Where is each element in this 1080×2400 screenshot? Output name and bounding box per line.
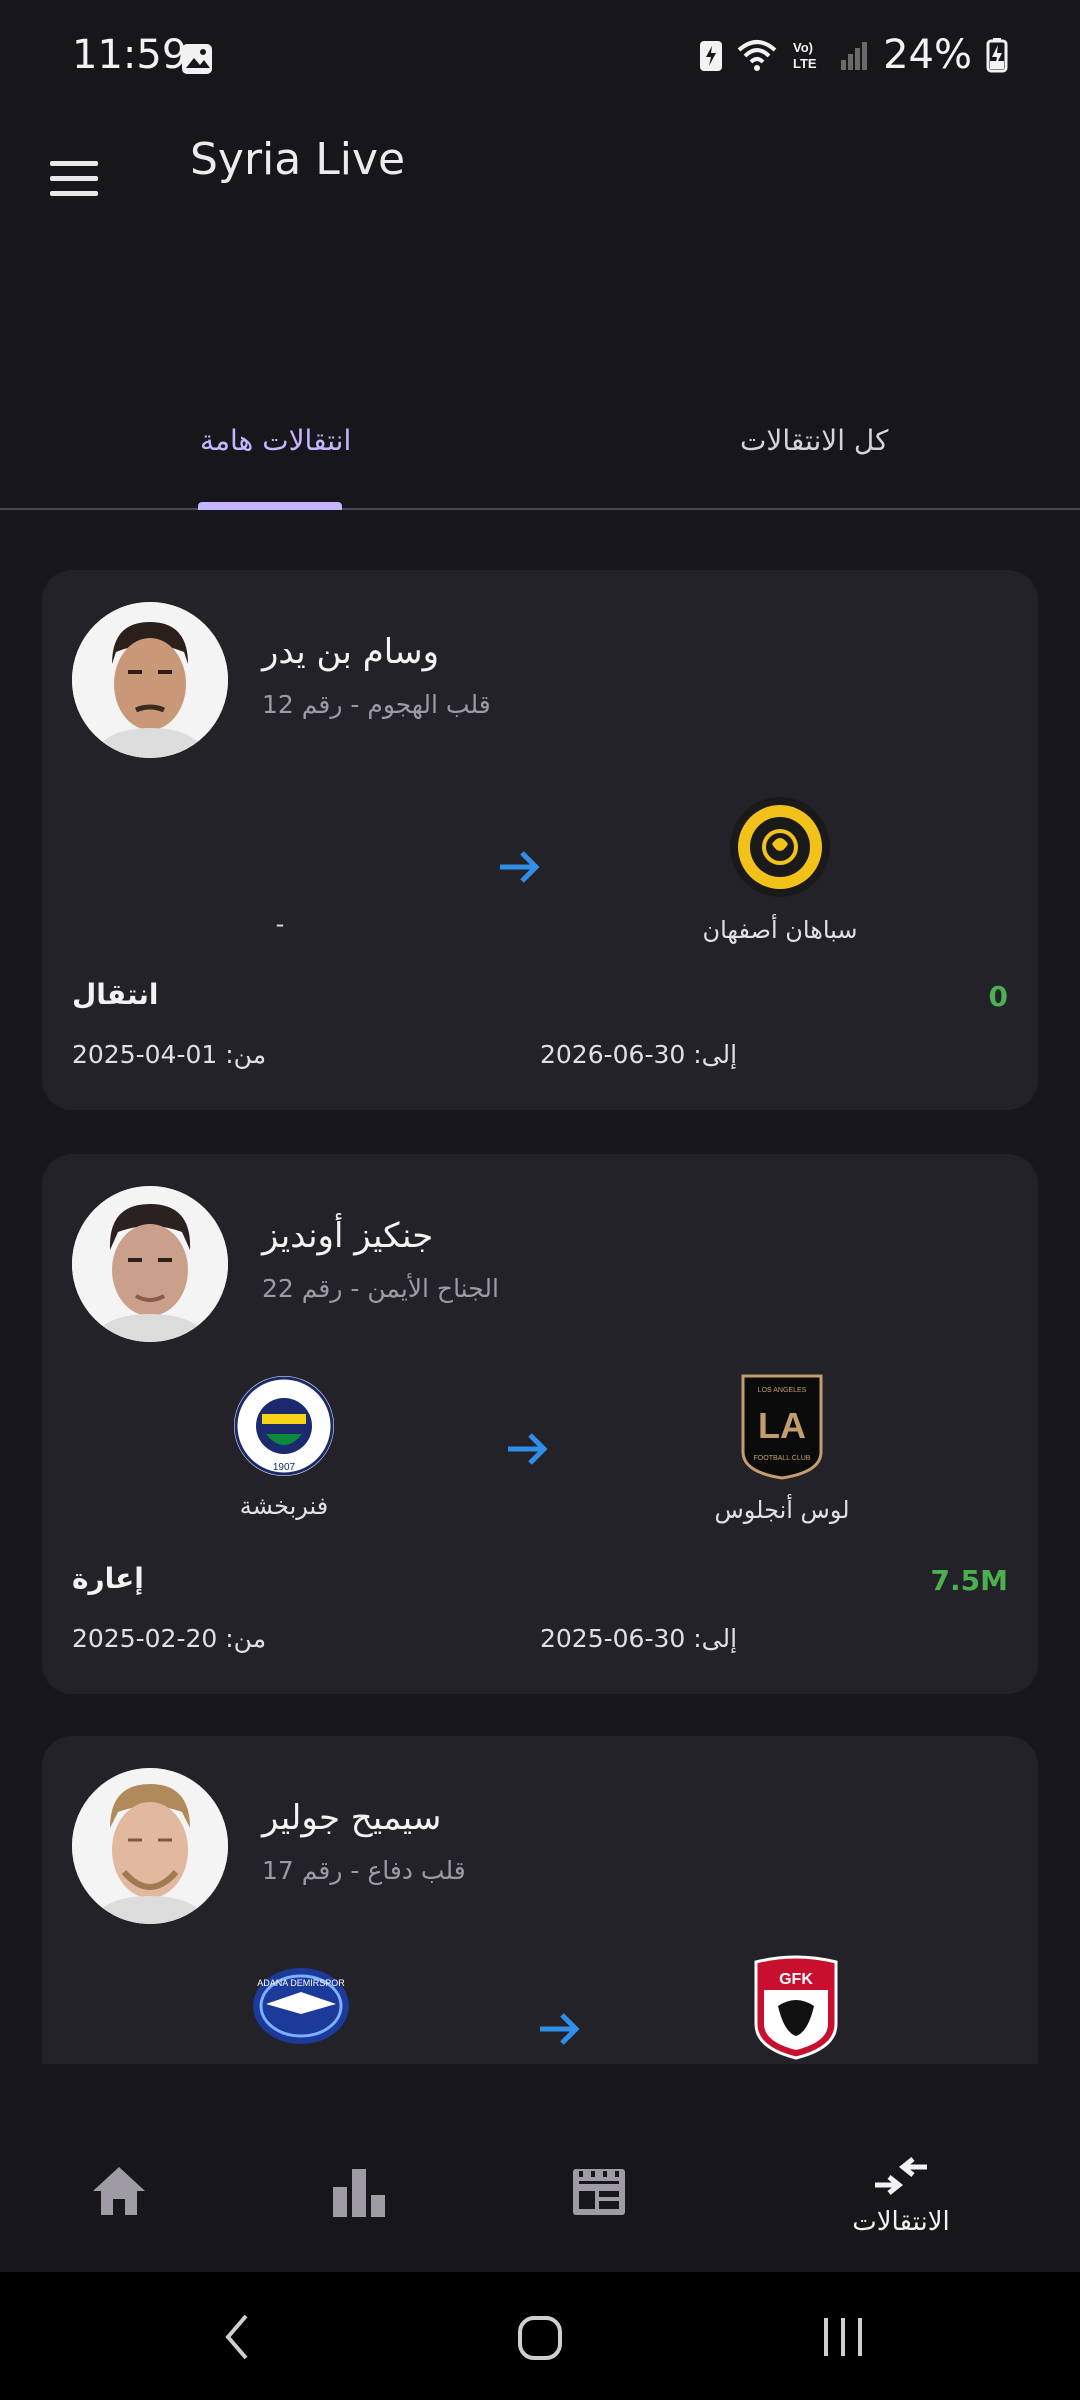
from-club-name: فنربخشة (239, 1492, 329, 1520)
from-club-name: - (275, 910, 285, 938)
system-navigation-bar (0, 2272, 1080, 2400)
nav-transfers-label: الانتقالات (852, 2207, 950, 2237)
player-avatar (72, 1186, 228, 1342)
back-icon[interactable] (222, 2312, 252, 2362)
player-avatar (72, 1768, 228, 1924)
status-icons: Vo) LTE 24% (699, 32, 1008, 78)
battery-charging-icon (986, 38, 1008, 73)
nav-table[interactable] (524, 2167, 674, 2221)
status-bar: 11:59 Vo) LTE 24% (0, 0, 1080, 118)
contract-to-date: إلى: 30-06-2026 (540, 1040, 738, 1069)
player-position: قلب دفاع - رقم 17 (262, 1856, 466, 1885)
transfer-fee: 7.5M (930, 1564, 1008, 1597)
contract-to-date: إلى: 30-06-2025 (540, 1624, 738, 1653)
status-time: 11:59 (72, 32, 188, 78)
to-club: LOS ANGELES LA FOOTBALL CLUB لوس أنجلوس (672, 1372, 892, 1524)
tab-bar: انتقالات هامة كل الانتقالات (0, 390, 1080, 510)
nav-home[interactable] (44, 2165, 194, 2221)
svg-text:1907: 1907 (273, 1462, 296, 1473)
battery-saver-icon (700, 41, 723, 71)
nav-stats[interactable] (284, 2167, 434, 2221)
contract-from-date: من: 01-04-2025 (72, 1040, 267, 1069)
transfer-type: إعارة (72, 1562, 144, 1595)
transfer-type: انتقال (72, 978, 159, 1011)
player-position: قلب الهجوم - رقم 12 (262, 690, 491, 719)
svg-text:FOOTBALL CLUB: FOOTBALL CLUB (754, 1455, 811, 1462)
signal-icon (841, 42, 868, 70)
tab-important-transfers[interactable]: انتقالات هامة (200, 424, 351, 457)
table-icon (573, 2169, 625, 2215)
sepahan-crest-icon (730, 797, 830, 897)
lafc-crest-icon: LOS ANGELES LA FOOTBALL CLUB (741, 1374, 823, 1480)
app-title: Syria Live (190, 134, 406, 185)
transfer-fee: 0 (988, 980, 1008, 1013)
gallery-notification-icon (182, 44, 212, 74)
menu-line (50, 175, 98, 181)
player-avatar (72, 602, 228, 758)
from-club: - (170, 900, 390, 938)
menu-line (50, 190, 98, 196)
stats-icon (333, 2169, 385, 2217)
nav-transfers[interactable]: الانتقالات (826, 2157, 976, 2237)
transfer-arrow-icon (500, 851, 540, 883)
transfer-card[interactable]: وسام بن يدر قلب الهجوم - رقم 12 - سباهان… (42, 570, 1038, 1110)
recent-apps-icon[interactable] (820, 2312, 866, 2362)
bottom-navigation: الانتقالات (0, 2095, 1080, 2270)
svg-text:GFK: GFK (779, 1971, 813, 1988)
app-bar: Syria Live (0, 118, 1080, 286)
home-system-icon[interactable] (516, 2312, 564, 2362)
transfer-card[interactable]: سيميح جولير قلب دفاع - رقم 17 ADANA DEMI… (42, 1736, 1038, 2064)
player-name: سيميح جولير (262, 1798, 442, 1838)
adana-demirspor-crest-icon: ADANA DEMIRSPOR (253, 1968, 349, 2044)
svg-text:Vo): Vo) (793, 40, 813, 55)
player-name: جنكيز أونديز (262, 1216, 434, 1256)
player-position: الجناح الأيمن - رقم 22 (262, 1274, 499, 1303)
to-club-name: سباهان أصفهان (702, 916, 858, 944)
svg-text:ADANA DEMIRSPOR: ADANA DEMIRSPOR (257, 1978, 345, 1988)
fenerbahce-crest-icon: 1907 (234, 1376, 334, 1476)
menu-button[interactable] (50, 148, 98, 208)
gaziantep-crest-icon: GFK (754, 1955, 838, 2060)
from-club: 1907 فنربخشة (174, 1374, 394, 1520)
volte-icon: Vo) LTE (793, 40, 817, 71)
battery-percent: 24% (883, 32, 972, 78)
tab-indicator (198, 502, 342, 510)
transfer-card[interactable]: جنكيز أونديز الجناح الأيمن - رقم 22 1907… (42, 1154, 1038, 1694)
svg-text:LTE: LTE (793, 56, 817, 71)
svg-text:LOS ANGELES: LOS ANGELES (758, 1387, 807, 1394)
wifi-icon (737, 40, 777, 71)
to-club-name: لوس أنجلوس (714, 1496, 850, 1524)
transfer-arrow-icon (508, 1433, 548, 1465)
tab-all-transfers[interactable]: كل الانتقالات (740, 424, 888, 457)
home-icon (93, 2167, 145, 2215)
transfers-icon (875, 2157, 927, 2195)
player-name: وسام بن يدر (262, 632, 440, 672)
svg-text:LA: LA (758, 1405, 806, 1446)
menu-line (50, 160, 98, 166)
to-club: سباهان أصفهان (670, 792, 890, 944)
contract-from-date: من: 20-02-2025 (72, 1624, 267, 1653)
transfer-arrow-icon (540, 2013, 580, 2045)
